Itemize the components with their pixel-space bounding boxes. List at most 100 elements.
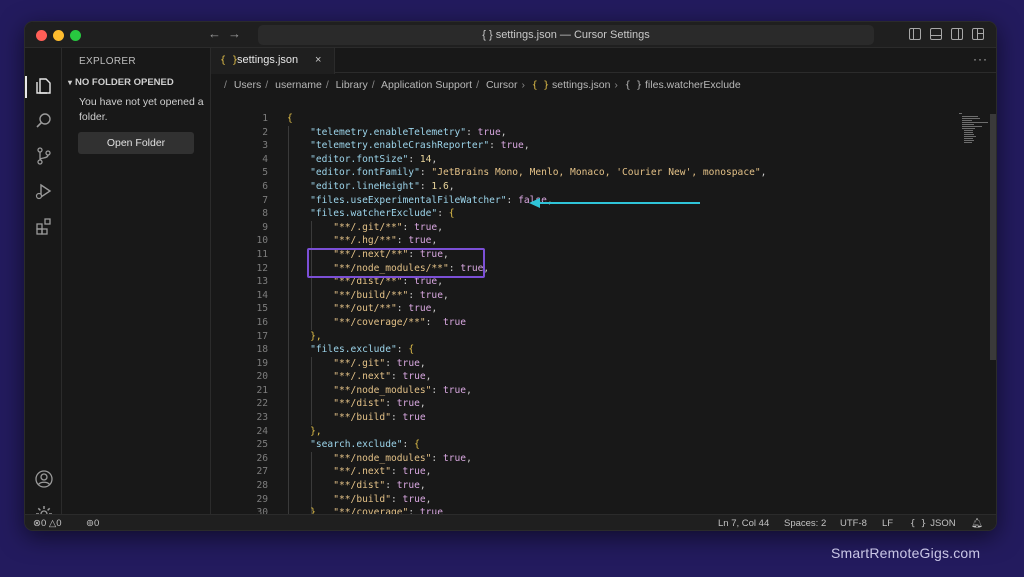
run-debug-icon[interactable] <box>34 181 54 201</box>
code-line[interactable]: 2 "telemetry.enableTelemetry": true, <box>211 126 951 140</box>
tab-bar: { } settings.json × ··· <box>211 48 996 74</box>
minimize-window-button[interactable] <box>53 30 64 41</box>
code-line[interactable]: 17 }, <box>211 330 951 344</box>
toggle-secondary-sidebar-icon[interactable] <box>951 28 963 40</box>
status-bar: ⊗0 △0 ⊚0 Ln 7, Col 44 Spaces: 2 UTF-8 LF… <box>25 514 996 530</box>
cursor-position[interactable]: Ln 7, Col 44 <box>718 515 769 530</box>
tab-settings-json[interactable]: { } settings.json × <box>211 48 335 74</box>
error-count: 0 <box>40 518 47 529</box>
breadcrumb-item-settings-json[interactable]: settings.json <box>552 79 610 91</box>
code-line[interactable]: 26 "**/node_modules": true, <box>211 452 951 466</box>
code-line[interactable]: 8 "files.watcherExclude": { <box>211 207 951 221</box>
line-content: "**/build": true, <box>333 493 432 505</box>
code-line[interactable]: 22 "**/dist": true, <box>211 397 951 411</box>
language-mode[interactable]: { } JSON <box>910 515 956 530</box>
line-number: 7 <box>262 194 268 206</box>
line-content: "files.exclude": { <box>310 344 415 356</box>
code-line[interactable]: 27 "**/.next": true, <box>211 465 951 479</box>
open-folder-button[interactable]: Open Folder <box>78 132 194 154</box>
breadcrumb-item-watcher-exclude[interactable]: files.watcherExclude <box>645 79 741 91</box>
customize-layout-icon[interactable] <box>972 28 984 40</box>
code-line[interactable]: 21 "**/node_modules": true, <box>211 384 951 398</box>
code-line[interactable]: 20 "**/.next": true, <box>211 370 951 384</box>
json-file-icon: { } <box>220 55 239 66</box>
line-content: "**/out/**": true, <box>333 303 438 315</box>
code-line[interactable]: 18 "files.exclude": { <box>211 343 951 357</box>
forward-arrow-icon[interactable]: → <box>228 26 241 41</box>
line-content: "**/node_modules": true, <box>333 452 472 464</box>
breadcrumb-item-library[interactable]: Library <box>336 79 368 91</box>
language-label: JSON <box>930 518 956 529</box>
code-line[interactable]: 9 "**/.git/**": true, <box>211 221 951 235</box>
code-line[interactable]: 23 "**/build": true <box>211 411 951 425</box>
code-editor[interactable]: 1{2 "telemetry.enableTelemetry": true, 3 … <box>211 112 951 530</box>
line-number: 21 <box>256 384 268 396</box>
line-number: 27 <box>256 466 268 478</box>
code-line[interactable]: 28 "**/dist": true, <box>211 479 951 493</box>
breadcrumb-chevron: › <box>521 79 525 91</box>
line-number: 9 <box>262 221 268 233</box>
ports-count: 0 <box>93 518 100 529</box>
layout-controls <box>909 28 984 40</box>
code-line[interactable]: 6 "editor.lineHeight": 1.6, <box>211 180 951 194</box>
account-icon[interactable] <box>34 469 54 489</box>
code-line[interactable]: 15 "**/out/**": true, <box>211 302 951 316</box>
breadcrumb-item-username[interactable]: username <box>275 79 322 91</box>
eol-setting[interactable]: LF <box>882 515 893 530</box>
line-content: "**/.git": true, <box>333 357 426 369</box>
line-content: "**/dist": true, <box>333 480 426 492</box>
more-actions-icon[interactable]: ··· <box>973 52 988 66</box>
breadcrumb-item-cursor[interactable]: Cursor <box>486 79 518 91</box>
ports-indicator[interactable]: ⊚0 <box>86 515 100 530</box>
section-label: NO FOLDER OPENED <box>75 77 174 88</box>
code-line[interactable]: 29 "**/build": true, <box>211 493 951 507</box>
source-control-icon[interactable] <box>34 146 54 166</box>
highlight-annotation <box>307 248 485 278</box>
line-content: "search.exclude": { <box>310 439 420 451</box>
line-content: "**/build": true <box>333 412 426 424</box>
toggle-primary-sidebar-icon[interactable] <box>909 28 921 40</box>
code-line[interactable]: 24 }, <box>211 425 951 439</box>
line-number: 1 <box>262 113 268 124</box>
back-arrow-icon[interactable]: ← <box>208 26 221 41</box>
line-number: 17 <box>256 330 268 342</box>
minimap[interactable] <box>959 112 989 152</box>
json-file-icon: { } <box>910 519 927 529</box>
window-title[interactable]: { } settings.json — Cursor Settings <box>258 25 874 45</box>
line-content: "telemetry.enableTelemetry": true, <box>310 126 507 138</box>
line-number: 16 <box>256 316 268 328</box>
code-line[interactable]: 14 "**/build/**": true, <box>211 289 951 303</box>
code-line[interactable]: 19 "**/.git": true, <box>211 357 951 371</box>
code-line[interactable]: 3 "telemetry.enableCrashReporter": true, <box>211 139 951 153</box>
code-line[interactable]: 5 "editor.fontFamily": "JetBrains Mono, … <box>211 166 951 180</box>
breadcrumb-item-application-support[interactable]: Application Support <box>381 79 472 91</box>
encoding-setting[interactable]: UTF-8 <box>840 515 867 530</box>
explorer-icon[interactable] <box>34 76 54 96</box>
code-line[interactable]: 25 "search.exclude": { <box>211 438 951 452</box>
toggle-panel-icon[interactable] <box>930 28 942 40</box>
code-line[interactable]: 4 "editor.fontSize": 14, <box>211 153 951 167</box>
breadcrumb-separator: / <box>476 79 480 91</box>
line-number: 13 <box>256 276 268 288</box>
close-window-button[interactable] <box>36 30 47 41</box>
maximize-window-button[interactable] <box>70 30 81 41</box>
code-line[interactable]: 7 "files.useExperimentalFileWatcher": fa… <box>211 194 951 208</box>
search-icon[interactable] <box>34 111 54 131</box>
line-number: 11 <box>256 248 268 260</box>
breadcrumb-item-users[interactable]: Users <box>234 79 261 91</box>
line-number: 15 <box>256 303 268 315</box>
close-icon[interactable]: × <box>315 48 321 73</box>
code-line[interactable]: 10 "**/.hg/**": true, <box>211 234 951 248</box>
line-number: 24 <box>256 425 268 437</box>
line-content: "**/node_modules": true, <box>333 384 472 396</box>
code-line[interactable]: 16 "**/coverage/**": true <box>211 316 951 330</box>
line-content: "**/.git/**": true, <box>333 221 443 233</box>
no-folder-section[interactable]: ▾ NO FOLDER OPENED <box>68 77 174 88</box>
extensions-icon[interactable] <box>34 216 54 236</box>
code-line[interactable]: 1{ <box>211 112 951 126</box>
indentation-setting[interactable]: Spaces: 2 <box>784 515 826 530</box>
vertical-scrollbar[interactable] <box>990 114 996 360</box>
notifications-bell-icon[interactable]: 🔔︎ <box>971 515 983 530</box>
problems-indicator[interactable]: ⊗0 △0 <box>33 515 62 530</box>
line-content: "telemetry.enableCrashReporter": true, <box>310 140 530 152</box>
